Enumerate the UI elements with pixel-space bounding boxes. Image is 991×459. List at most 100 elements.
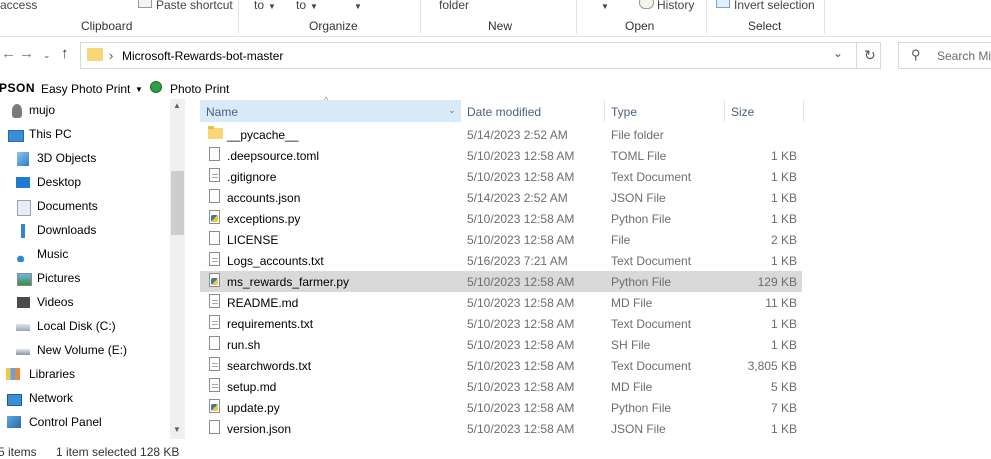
file-row[interactable]: ms_rewards_farmer.py 5/10/2023 12:58 AM Py… (200, 271, 802, 292)
easy-photo-print-button[interactable]: Easy Photo Print (41, 82, 130, 96)
address-bar[interactable]: › Microsoft-Rewards-bot-master ⌄ (80, 42, 881, 69)
file-date-modified: 5/14/2023 2:52 AM (467, 191, 568, 205)
sort-ascending-icon: ^ (324, 95, 329, 105)
file-row[interactable]: update.py 5/10/2023 12:58 AM Python File 7 … (200, 397, 802, 418)
file-type: Python File (611, 212, 672, 226)
search-box[interactable]: ⚲ Search Mi (898, 42, 991, 69)
file-name: .gitignore (227, 170, 277, 184)
file-name: update.py (227, 401, 280, 415)
move-to-caret-icon: ▼ (268, 2, 276, 11)
file-row[interactable]: .gitignore 5/10/2023 12:58 AM Text Documen… (200, 166, 802, 187)
breadcrumb-separator-icon[interactable]: › (109, 48, 113, 63)
file-row[interactable]: LICENSE 5/10/2023 12:58 AM File 2 KB (200, 229, 802, 250)
photo-print-button[interactable]: Photo Print (170, 82, 229, 96)
text-file-icon (209, 168, 220, 182)
column-divider[interactable] (803, 100, 804, 122)
folder-icon (208, 126, 223, 139)
file-row[interactable]: searchwords.txt 5/10/2023 12:58 AM Text Do… (200, 355, 802, 376)
recent-locations-chevron-icon[interactable]: ⌄ (43, 50, 51, 61)
photo-print-icon (150, 81, 162, 93)
file-name: ms_rewards_farmer.py (227, 275, 350, 289)
file-size: 1 KB (770, 422, 797, 436)
access-label[interactable]: access (0, 0, 37, 12)
file-name: Logs_accounts.txt (227, 254, 324, 268)
text-file-icon (209, 252, 220, 266)
nav-item-mujo[interactable]: mujo (0, 99, 170, 123)
column-header-size-label: Size (731, 105, 755, 119)
file-date-modified: 5/10/2023 12:58 AM (467, 296, 575, 310)
column-header-size[interactable]: Size (725, 100, 803, 122)
folder-icon (87, 48, 103, 61)
name-filter-chevron-icon[interactable]: ⌄ (448, 105, 456, 116)
file-size: 1 KB (770, 254, 797, 268)
file-size: 1 KB (770, 338, 797, 352)
file-row[interactable]: setup.md 5/10/2023 12:58 AM MD File 5 KB (200, 376, 802, 397)
python-file-icon (209, 273, 220, 287)
file-row[interactable]: requirements.txt 5/10/2023 12:58 AM Text D… (200, 313, 802, 334)
file-row[interactable]: README.md 5/10/2023 12:58 AM MD File 11 KB (200, 292, 802, 313)
ribbon-separator (420, 0, 421, 34)
file-size: 1 KB (770, 149, 797, 163)
file-date-modified: 5/16/2023 7:21 AM (467, 254, 568, 268)
history-button[interactable]: History (657, 0, 694, 12)
file-size: 1 KB (770, 191, 797, 205)
column-header-name[interactable]: Name ^ ⌄ (200, 95, 460, 122)
organize-group-label: Organize (309, 19, 358, 33)
column-header-type[interactable]: Type (605, 100, 724, 122)
scroll-up-icon[interactable]: ▲ (173, 101, 181, 110)
invert-selection-button[interactable]: Invert selection (734, 0, 815, 12)
file-type: Text Document (611, 359, 692, 373)
file-row[interactable]: accounts.json 5/14/2023 2:52 AM JSON File 1… (200, 187, 802, 208)
file-type: TOML File (611, 149, 667, 163)
file-size: 3,805 KB (747, 359, 797, 373)
ribbon-separator (576, 0, 577, 34)
file-type: Text Document (611, 254, 692, 268)
file-row[interactable]: .deepsource.toml 5/10/2023 12:58 AM TOML F… (200, 145, 802, 166)
new-folder-button[interactable]: folder (439, 0, 469, 12)
file-name: README.md (227, 296, 299, 310)
python-file-icon (209, 399, 220, 413)
column-header-date[interactable]: Date modified (461, 100, 604, 122)
back-button[interactable]: ← (1, 45, 16, 62)
search-placeholder[interactable]: Search Mi (937, 49, 991, 63)
copy-to-button[interactable]: to (296, 0, 306, 12)
open-caret-icon[interactable]: ▼ (601, 2, 609, 11)
file-type: JSON File (611, 422, 666, 436)
file-row[interactable]: version.json 5/10/2023 12:58 AM JSON File 1… (200, 418, 802, 439)
file-row[interactable]: Logs_accounts.txt 5/16/2023 7:21 AM Text D… (200, 250, 802, 271)
file-type: Text Document (611, 317, 692, 331)
file-icon (209, 336, 220, 350)
easy-photo-print-dropdown-icon[interactable]: ▼ (135, 85, 143, 94)
nav-item-label: mujo (29, 103, 56, 117)
text-file-icon (209, 315, 220, 329)
ribbon-separator (238, 0, 239, 34)
file-row[interactable]: run.sh 5/10/2023 12:58 AM SH File 1 KB (200, 334, 802, 355)
file-size: 129 KB (757, 275, 797, 289)
address-dropdown-icon[interactable]: ⌄ (833, 46, 843, 60)
file-type: MD File (611, 296, 653, 310)
file-size: 1 KB (770, 317, 797, 331)
up-button[interactable]: ↑ (61, 45, 69, 62)
file-name: version.json (227, 422, 292, 436)
file-name: exceptions.py (227, 212, 301, 226)
breadcrumb-current-folder[interactable]: Microsoft-Rewards-bot-master (122, 49, 283, 63)
paste-shortcut-button[interactable]: Paste shortcut (156, 0, 233, 12)
file-name: __pycache__ (227, 128, 299, 142)
rename-caret-icon[interactable]: ▼ (354, 2, 362, 11)
file-date-modified: 5/10/2023 12:58 AM (467, 380, 575, 394)
copy-to-caret-icon: ▼ (310, 2, 318, 11)
file-icon (209, 189, 220, 203)
file-row[interactable]: __pycache__ 5/14/2023 2:52 AM File folder (200, 124, 802, 145)
new-group-label: New (488, 19, 513, 33)
file-type: File folder (611, 128, 664, 142)
file-row[interactable]: exceptions.py 5/10/2023 12:58 AM Python Fi… (200, 208, 802, 229)
file-date-modified: 5/10/2023 12:58 AM (467, 422, 575, 436)
file-name: setup.md (227, 380, 277, 394)
refresh-button[interactable]: ↻ (856, 43, 881, 68)
file-type: Python File (611, 401, 672, 415)
clipboard-group-label: Clipboard (81, 19, 133, 33)
select-group-label: Select (748, 19, 782, 33)
file-type: MD File (611, 380, 653, 394)
move-to-button[interactable]: to (254, 0, 264, 12)
forward-button[interactable]: → (19, 45, 34, 62)
